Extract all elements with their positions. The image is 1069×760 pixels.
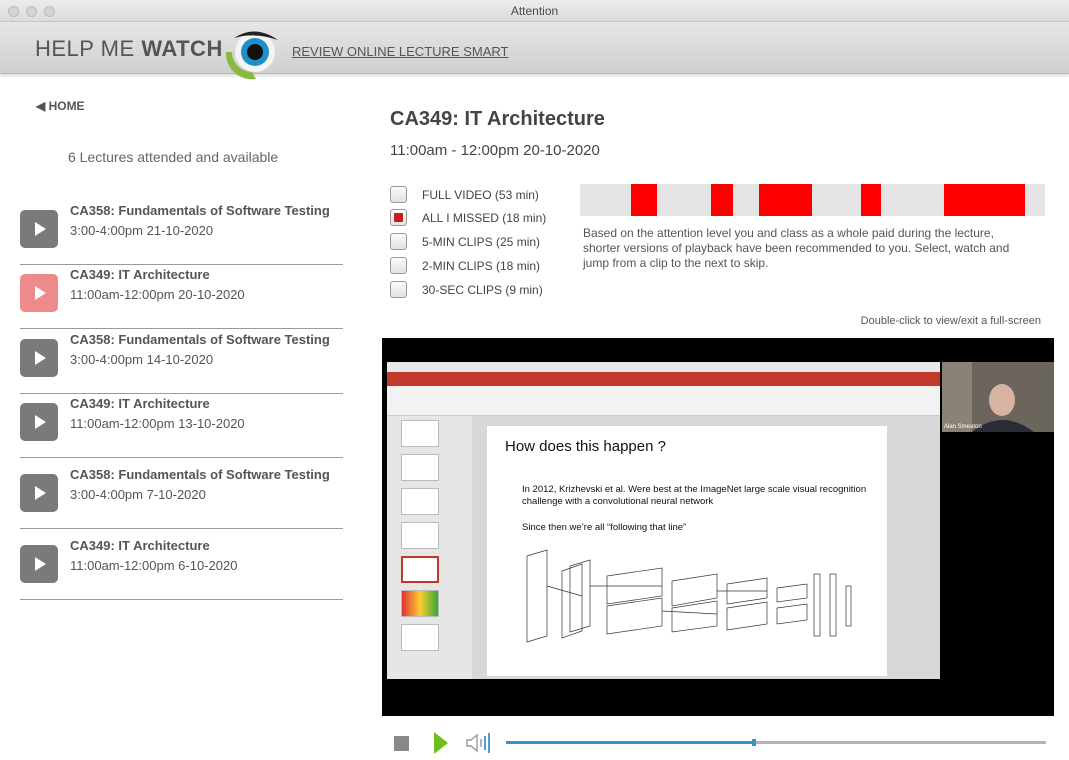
lecture-title: CA358: Fundamentals of Software Testing [70,467,330,482]
eye-logo-icon [225,31,278,80]
play-icon[interactable] [20,474,58,512]
play-icon[interactable] [20,339,58,377]
lecture-time: 3:00-4:00pm 7-10-2020 [70,487,206,502]
lecture-title: CA349: IT Architecture [70,267,210,282]
option-checkbox[interactable] [390,281,407,298]
option-checkbox[interactable] [390,209,407,226]
window-titlebar: Attention [0,0,1069,22]
slide-thumbnail [401,454,439,481]
option-label: FULL VIDEO (53 min) [422,188,539,202]
fullscreen-hint: Double-click to view/exit a full-screen [860,315,1041,327]
attention-timeline[interactable] [580,184,1045,216]
slide-bullet: Since then we’re all “following that lin… [522,522,687,533]
play-icon[interactable] [20,274,58,312]
recommendation-description: Based on the attention level you and cla… [583,226,1010,270]
brand-bold: WATCH [141,36,223,61]
play-icon[interactable] [20,403,58,441]
cnn-architecture-diagram [526,549,852,643]
slide-thumbnail [401,488,439,515]
lecture-item[interactable]: CA358: Fundamentals of Software Testing … [20,201,343,265]
missed-segment[interactable] [944,184,1026,216]
play-icon[interactable] [20,210,58,248]
option-label: 30-SEC CLIPS (9 min) [422,283,543,297]
presenter-portrait [942,362,1054,432]
stop-button[interactable] [394,736,409,751]
lecture-item[interactable]: CA349: IT Architecture 11:00am-12:00pm 1… [20,394,343,458]
presenter-webcam: Alan Smeaton [942,362,1054,432]
progress-fill [506,741,755,744]
play-icon[interactable] [20,545,58,583]
option-label: 5-MIN CLIPS (25 min) [422,235,541,249]
progress-handle[interactable] [752,739,757,746]
lecture-title: CA349: IT Architecture [70,538,210,553]
missed-segment[interactable] [759,184,813,216]
presenter-name: Alan Smeaton [944,424,982,430]
playback-progress-bar[interactable] [506,739,1046,746]
option-checkbox[interactable] [390,257,407,274]
lecture-time: 3:00-4:00pm 21-10-2020 [70,223,214,238]
slide-thumbnail [401,590,439,617]
missed-segment[interactable] [861,184,881,216]
recorded-slide-area: How does this happen ? In 2012, Krizhevs… [472,416,940,679]
lecture-title: CA349: IT Architecture [70,396,210,411]
window-title: Attention [510,4,559,18]
recorded-ribbon [387,386,940,416]
app-header: HELP ME WATCH REVIEW ONLINE LECTURE SMAR… [0,22,1069,74]
lecture-sidebar: ◀ HOME 6 Lectures attended and available… [0,75,360,760]
tagline-link[interactable]: REVIEW ONLINE LECTURE SMART [292,44,508,59]
option-checkbox[interactable] [390,233,407,250]
home-link[interactable]: ◀ HOME [36,99,85,113]
video-player[interactable]: How does this happen ? In 2012, Krizhevs… [382,338,1054,716]
lecture-time: 11:00am-12:00pm 6-10-2020 [70,558,238,573]
lecture-time: 11:00am-12:00pm 13-10-2020 [70,416,245,431]
video-frame: How does this happen ? In 2012, Krizhevs… [387,362,940,679]
lectures-summary: 6 Lectures attended and available [68,149,279,165]
course-title: CA349: IT Architecture [390,108,605,130]
lecture-time: 3:00-4:00pm 14-10-2020 [70,352,214,367]
option-label: ALL I MISSED (18 min) [422,211,547,225]
slide-page: How does this happen ? In 2012, Krizhevs… [487,426,887,676]
slide-thumbnail-selected [401,556,439,583]
lecture-item[interactable]: CA358: Fundamentals of Software Testing … [20,465,343,529]
lecture-title: CA358: Fundamentals of Software Testing [70,203,330,218]
lecture-item[interactable]: CA349: IT Architecture 11:00am-12:00pm 6… [20,536,343,600]
slide-bullet: In 2012, Krizhevski et al. Were best at … [522,484,867,507]
lecture-item-active[interactable]: CA349: IT Architecture 11:00am-12:00pm 2… [20,265,343,329]
play-button[interactable] [434,732,448,754]
lecture-title: CA358: Fundamentals of Software Testing [70,332,330,347]
slide-thumbnail [401,420,439,447]
missed-segment[interactable] [631,184,657,216]
option-checkbox[interactable] [390,186,407,203]
volume-icon[interactable] [466,732,494,754]
recorded-menubar [387,362,940,372]
brand-light: HELP ME [35,36,135,61]
option-label: 2-MIN CLIPS (18 min) [422,259,541,273]
slide-thumbnail [401,624,439,651]
recorded-app-titlebar [387,372,940,386]
lecture-item[interactable]: CA358: Fundamentals of Software Testing … [20,330,343,394]
lecture-time: 11:00am-12:00pm 20-10-2020 [70,287,245,302]
slide-title: How does this happen ? [505,438,666,455]
brand-name: HELP ME WATCH [35,36,223,62]
recorded-slide-thumbnails [387,416,472,679]
missed-segment[interactable] [710,184,734,216]
course-time: 11:00am - 12:00pm 20-10-2020 [390,142,600,159]
slide-thumbnail [401,522,439,549]
